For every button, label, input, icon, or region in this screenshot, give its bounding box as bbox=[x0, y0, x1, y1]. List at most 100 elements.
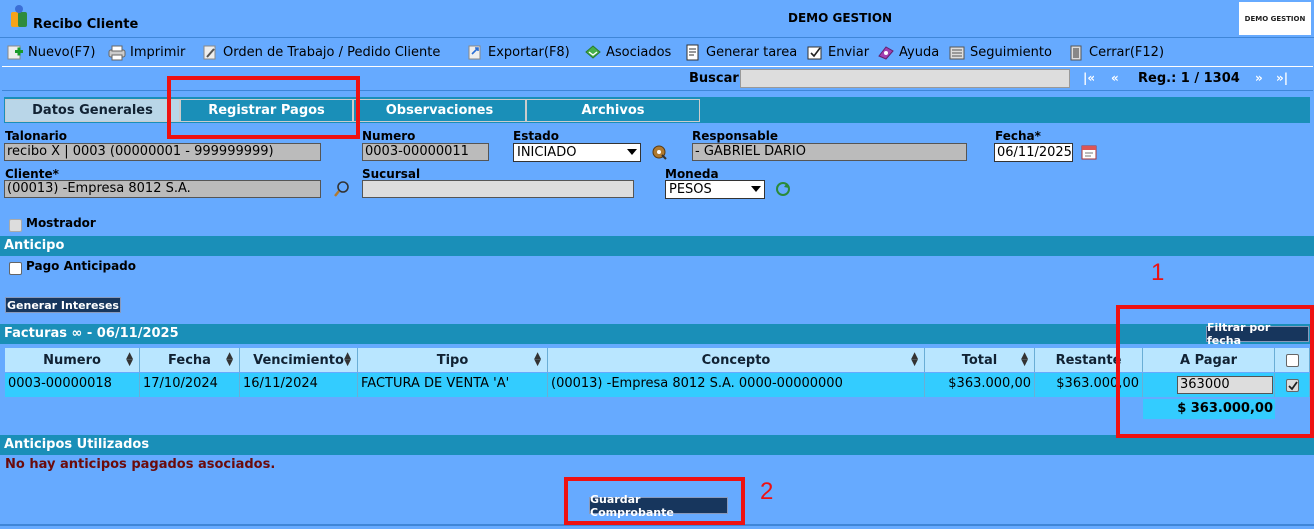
tab-datos-generales[interactable]: Datos Generales bbox=[5, 99, 180, 122]
sort-icon: ▲ ▼ bbox=[344, 351, 351, 368]
chevron-down-icon bbox=[627, 149, 637, 155]
generar-intereses-button[interactable]: Generar Intereses bbox=[5, 297, 121, 313]
nav-last-button[interactable]: »| bbox=[1276, 71, 1288, 85]
cell-concepto: (00013) -Empresa 8012 S.A. 0000-00000000 bbox=[548, 373, 925, 397]
moneda-select[interactable]: PESOS bbox=[665, 180, 765, 199]
sort-icon: ▲ ▼ bbox=[226, 351, 233, 368]
tab-observaciones[interactable]: Observaciones bbox=[353, 99, 526, 122]
annotation-box-1 bbox=[1116, 305, 1314, 438]
print-button[interactable]: Imprimir bbox=[108, 42, 185, 62]
refresh-icon[interactable] bbox=[774, 180, 792, 198]
numero-field[interactable]: 0003-00000011 bbox=[362, 143, 489, 161]
cell-fecha: 17/10/2024 bbox=[140, 373, 240, 397]
app-logo-icon bbox=[8, 3, 30, 29]
search-label: Buscar bbox=[689, 71, 739, 86]
estado-select[interactable]: INICIADO bbox=[513, 143, 641, 162]
cliente-field[interactable]: (00013) -Empresa 8012 S.A. bbox=[4, 180, 321, 198]
calendar-icon[interactable] bbox=[1080, 143, 1098, 161]
search-input[interactable] bbox=[740, 69, 1070, 88]
col-tipo-label: Tipo bbox=[436, 352, 469, 368]
send-label: Enviar bbox=[828, 44, 870, 60]
fecha-input[interactable]: 06/11/2025 bbox=[994, 143, 1073, 162]
window-title: Recibo Cliente bbox=[33, 17, 139, 32]
export-icon bbox=[466, 44, 484, 61]
sort-icon: ▲ ▼ bbox=[911, 351, 918, 368]
title-bar bbox=[0, 0, 1314, 38]
col-fecha[interactable]: Fecha ▲ ▼ bbox=[140, 348, 240, 372]
brand-logo: DEMO GESTION bbox=[1239, 2, 1311, 35]
search-icon[interactable] bbox=[333, 180, 351, 198]
tracking-button[interactable]: Seguimiento bbox=[948, 42, 1052, 62]
sort-icon: ▲ ▼ bbox=[534, 351, 541, 368]
annotation-number-2: 2 bbox=[760, 478, 774, 505]
send-icon bbox=[806, 44, 824, 61]
sucursal-label: Sucursal bbox=[362, 167, 421, 181]
col-restante-label: Restante bbox=[1055, 352, 1122, 368]
estado-value: INICIADO bbox=[517, 145, 577, 160]
close-button[interactable]: Cerrar(F12) bbox=[1067, 42, 1164, 62]
numero-label: Numero bbox=[362, 129, 416, 143]
col-concepto-label: Concepto bbox=[701, 352, 771, 368]
close-icon bbox=[1067, 44, 1085, 61]
generate-task-button[interactable]: Generar tarea bbox=[684, 42, 797, 62]
send-button[interactable]: Enviar bbox=[806, 42, 869, 62]
col-total[interactable]: Total ▲ ▼ bbox=[925, 348, 1035, 372]
responsable-field[interactable]: - GABRIEL DARIO bbox=[692, 143, 967, 161]
export-button[interactable]: Exportar(F8) bbox=[466, 42, 570, 62]
col-tipo[interactable]: Tipo ▲ ▼ bbox=[358, 348, 548, 372]
cell-total: $363.000,00 bbox=[925, 373, 1035, 397]
nav-next-button[interactable]: » bbox=[1255, 71, 1263, 85]
help-label: Ayuda bbox=[899, 44, 940, 60]
help-button[interactable]: Ayuda bbox=[877, 42, 939, 62]
estado-label: Estado bbox=[513, 129, 560, 143]
mostrador-checkbox[interactable] bbox=[9, 219, 22, 232]
sucursal-field[interactable] bbox=[362, 180, 634, 198]
chevron-down-icon bbox=[751, 186, 761, 192]
anticipos-utilizados-header: Anticipos Utilizados bbox=[0, 435, 1314, 455]
associated-button[interactable]: Asociados bbox=[584, 42, 671, 62]
cell-numero: 0003-00000018 bbox=[5, 373, 140, 397]
talonario-label: Talonario bbox=[5, 129, 68, 143]
cliente-label: Cliente* bbox=[5, 167, 59, 181]
sort-icon: ▲ ▼ bbox=[126, 351, 133, 368]
responsable-label: Responsable bbox=[692, 129, 778, 143]
annotation-box-tab bbox=[167, 76, 360, 139]
printer-icon bbox=[108, 44, 126, 61]
print-label: Imprimir bbox=[130, 44, 186, 60]
help-icon bbox=[877, 44, 895, 61]
anticipo-header: Anticipo bbox=[0, 236, 1314, 256]
export-label: Exportar(F8) bbox=[488, 44, 570, 60]
sort-icon: ▲ ▼ bbox=[1021, 351, 1028, 368]
pago-anticipado-label: Pago Anticipado bbox=[26, 259, 137, 273]
nav-prev-button[interactable]: « bbox=[1111, 71, 1119, 85]
new-label: Nuevo(F7) bbox=[28, 44, 96, 60]
close-label: Cerrar(F12) bbox=[1089, 44, 1165, 60]
tracking-label: Seguimiento bbox=[970, 44, 1052, 60]
no-anticipos-message: No hay anticipos pagados asociados. bbox=[5, 457, 276, 472]
nav-first-button[interactable]: |« bbox=[1083, 71, 1095, 85]
record-counter: Reg.: 1 / 1304 bbox=[1138, 71, 1240, 86]
col-total-label: Total bbox=[961, 352, 998, 368]
col-concepto[interactable]: Concepto ▲ ▼ bbox=[548, 348, 925, 372]
company-name: DEMO GESTION bbox=[788, 11, 893, 25]
col-vencimiento-label: Vencimiento bbox=[253, 352, 344, 368]
pago-anticipado-checkbox[interactable] bbox=[9, 262, 22, 275]
task-icon bbox=[684, 44, 702, 61]
tab-archivos[interactable]: Archivos bbox=[526, 99, 700, 122]
col-vencimiento[interactable]: Vencimiento ▲ ▼ bbox=[240, 348, 358, 372]
associated-icon bbox=[584, 44, 602, 61]
new-button[interactable]: Nuevo(F7) bbox=[6, 42, 96, 62]
moneda-value: PESOS bbox=[669, 182, 712, 197]
generate-task-label: Generar tarea bbox=[706, 44, 798, 60]
work-order-button[interactable]: Orden de Trabajo / Pedido Cliente bbox=[201, 42, 440, 62]
cell-tipo: FACTURA DE VENTA 'A' bbox=[358, 373, 548, 397]
talonario-field[interactable]: recibo X | 0003 (00000001 - 999999999) bbox=[4, 143, 321, 161]
settings-icon[interactable] bbox=[650, 143, 668, 161]
col-numero-label: Numero bbox=[43, 352, 101, 368]
add-icon bbox=[6, 44, 24, 61]
fecha-label: Fecha* bbox=[995, 129, 1041, 143]
moneda-label: Moneda bbox=[665, 167, 719, 181]
col-numero[interactable]: Numero ▲ ▼ bbox=[5, 348, 140, 372]
col-fecha-label: Fecha bbox=[168, 352, 211, 368]
cell-vencimiento: 16/11/2024 bbox=[240, 373, 358, 397]
